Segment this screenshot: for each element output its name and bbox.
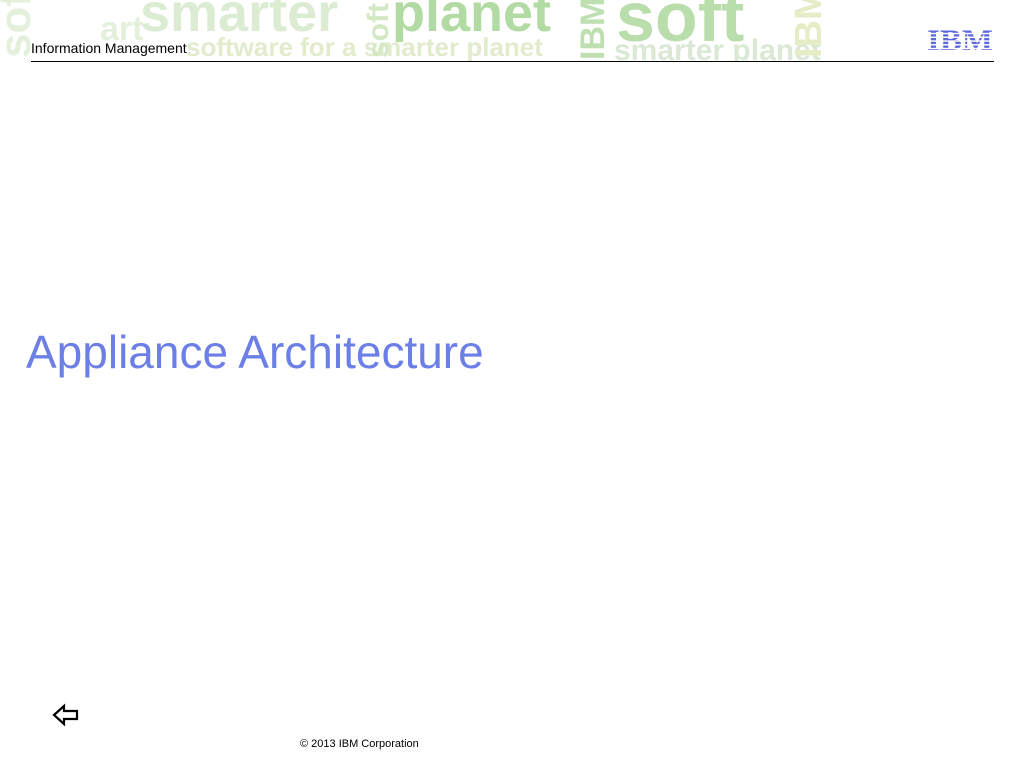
watermark-word: soft (616, 0, 745, 56)
watermark-word: IBM (788, 0, 830, 58)
svg-text:IBM: IBM (927, 24, 993, 53)
watermark-word: soft (362, 3, 395, 58)
header-title: Information Management (31, 40, 187, 56)
header-divider (31, 61, 994, 62)
ibm-logo: IBM (927, 24, 993, 53)
slide: smarter planet software for a smarter pl… (0, 0, 1024, 768)
watermark-word: IBM (574, 0, 612, 60)
back-arrow-icon[interactable] (52, 702, 80, 728)
slide-title: Appliance Architecture (26, 326, 484, 378)
copyright-footer: © 2013 IBM Corporation (300, 738, 419, 750)
